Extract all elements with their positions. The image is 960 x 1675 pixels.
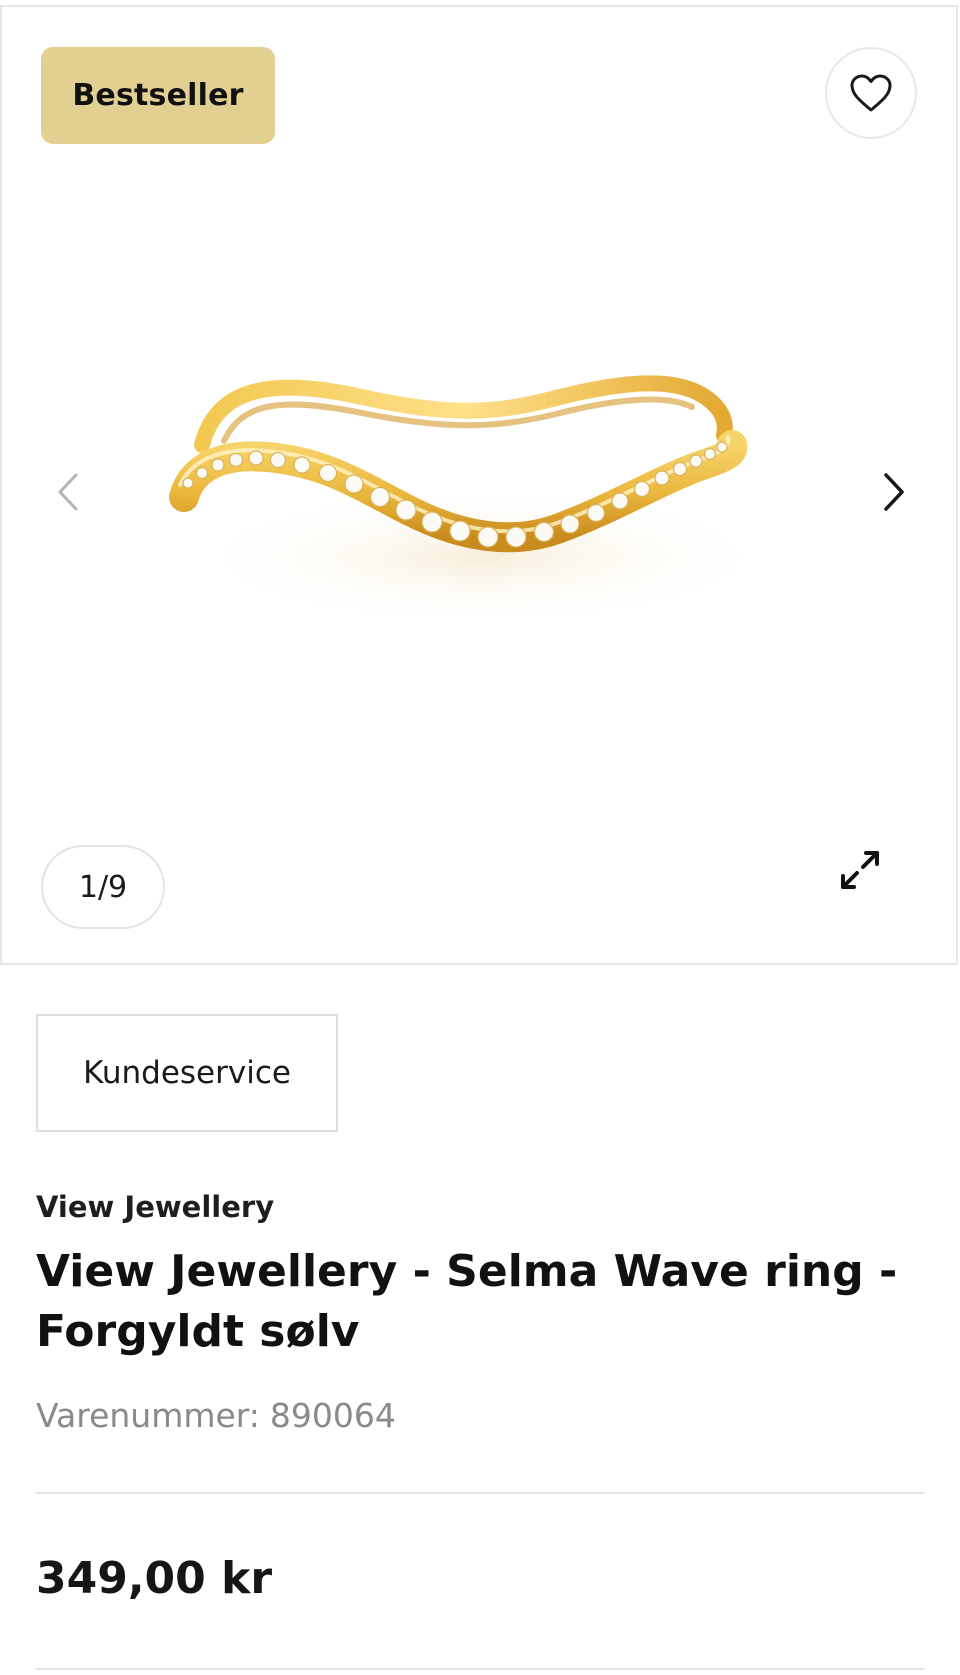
ring-product-image [169, 375, 782, 627]
previous-image-button[interactable] [38, 462, 98, 522]
product-price: 349,00 kr [36, 1553, 273, 1604]
heart-icon [850, 74, 892, 112]
divider [36, 1492, 924, 1494]
sku-value: 890064 [269, 1396, 396, 1435]
brand-link[interactable]: View Jewellery [36, 1190, 274, 1224]
next-image-button[interactable] [864, 462, 924, 522]
expand-image-button[interactable] [832, 842, 888, 898]
chevron-right-icon [884, 473, 904, 511]
divider [36, 1668, 924, 1670]
sku-line: Varenummer: 890064 [36, 1396, 396, 1435]
product-title: View Jewellery - Selma Wave ring - Forgy… [36, 1246, 898, 1357]
product-gallery: Bestseller 1/9 [0, 5, 958, 965]
chevron-left-icon [58, 473, 78, 511]
image-counter: 1/9 [41, 845, 165, 929]
expand-icon [841, 851, 879, 889]
favorite-button[interactable] [825, 47, 917, 139]
bestseller-badge: Bestseller [41, 47, 275, 144]
sku-label: Varenummer: [36, 1396, 260, 1435]
customer-service-button[interactable]: Kundeservice [36, 1014, 338, 1132]
